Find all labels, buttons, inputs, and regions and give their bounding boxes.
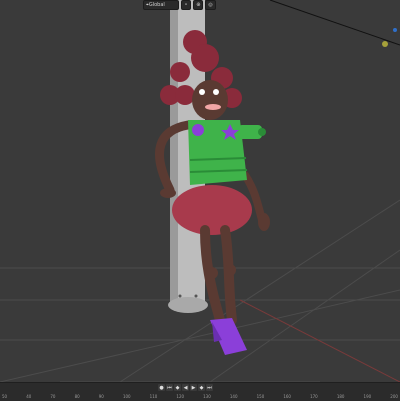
- snap-toggle-button[interactable]: ⊕: [193, 0, 204, 10]
- jump-end-button[interactable]: ⏭: [206, 384, 213, 391]
- pole-base: [168, 297, 208, 313]
- timeline-panel[interactable]: ● ⏮ ◆ ◀ ▶ ◆ ⏭ 50 40 70 80 90 100 110 120…: [0, 382, 400, 401]
- play-button[interactable]: ▶: [190, 384, 197, 391]
- jump-start-button[interactable]: ⏮: [166, 384, 173, 391]
- play-icon: ▶: [191, 384, 196, 391]
- character-left-hand: [160, 188, 176, 198]
- snap-icon: ⊕: [196, 2, 201, 8]
- character-eye: [199, 89, 205, 95]
- play-reverse-icon: ◀: [183, 384, 188, 391]
- next-keyframe-icon: ◆: [199, 384, 204, 391]
- prev-keyframe-icon: ◆: [175, 384, 180, 391]
- character-right-hand: [258, 213, 270, 231]
- character-eye: [213, 89, 219, 95]
- proportional-edit-button[interactable]: ◎: [205, 0, 216, 10]
- record-icon: ●: [159, 384, 164, 391]
- viewport-header: ⌖ Global ⚬ ⊕ ◎: [143, 0, 243, 10]
- next-keyframe-button[interactable]: ◆: [198, 384, 205, 391]
- proportional-icon: ◎: [208, 2, 213, 8]
- character-face: [192, 80, 228, 120]
- character-skirt: [172, 185, 252, 235]
- x-axis-line: [239, 299, 400, 382]
- pivot-point-button[interactable]: ⚬: [181, 0, 192, 10]
- playback-controls: ● ⏮ ◆ ◀ ▶ ◆ ⏭: [158, 384, 213, 391]
- camera-frustum-line: [269, 0, 400, 46]
- camera-gizmo-icon[interactable]: [393, 28, 397, 32]
- transform-orientation-select[interactable]: ⌖ Global: [143, 0, 179, 10]
- character-mouth: [205, 104, 221, 110]
- orientation-label: Global: [148, 2, 165, 8]
- 3d-viewport[interactable]: ⌖ Global ⚬ ⊕ ◎: [0, 0, 400, 382]
- pole-bolt: [178, 294, 182, 298]
- keyframe-button[interactable]: ●: [158, 384, 165, 391]
- pole-shadow: [170, 0, 178, 305]
- pole-bolt: [194, 294, 198, 298]
- character-knee: [206, 267, 218, 279]
- scene-render: [0, 0, 400, 382]
- jump-end-icon: ⏭: [207, 384, 212, 391]
- pivot-icon: ⚬: [184, 2, 189, 8]
- play-reverse-button[interactable]: ◀: [182, 384, 189, 391]
- character-sleeve-cuff: [258, 128, 266, 136]
- character-button: [192, 124, 204, 136]
- character-knee: [224, 264, 236, 276]
- light-gizmo-icon[interactable]: [382, 41, 388, 47]
- jump-start-icon: ⏮: [167, 384, 172, 391]
- prev-keyframe-button[interactable]: ◆: [174, 384, 181, 391]
